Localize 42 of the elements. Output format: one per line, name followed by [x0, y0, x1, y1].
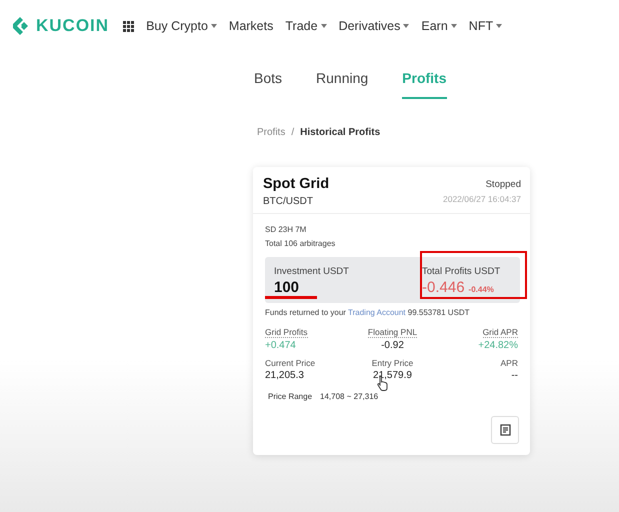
metric-label: Floating PNL	[368, 327, 418, 338]
stop-time: 2022/06/27 16:04:37	[443, 194, 521, 204]
tab[interactable]: Running	[316, 61, 368, 99]
tab[interactable]: Bots	[254, 61, 282, 99]
breadcrumb-link[interactable]: Profits	[257, 127, 286, 138]
nav-item[interactable]: NFT	[468, 19, 502, 33]
funds-returned-text: Funds returned to your Trading Account 99.553781 USDT	[265, 308, 471, 317]
bot-title: Spot Grid	[263, 176, 330, 192]
nav-item[interactable]: Trade	[285, 19, 327, 33]
metric-label: Entry Price	[372, 358, 414, 368]
total-profits-value: -0.446	[422, 279, 465, 296]
metric-value: --	[510, 370, 518, 381]
run-duration: SD 23H 7M	[265, 225, 308, 234]
investment-value: 100	[274, 279, 300, 296]
price-range-value: 14,708 ~ 27,316	[320, 392, 378, 401]
nav-item[interactable]: Earn	[421, 19, 457, 33]
metric-value: +24.82%	[477, 340, 518, 351]
metric-label: APR	[500, 358, 518, 368]
metric-value: 21,579.9	[372, 370, 413, 381]
total-profits-label: Total Profits USDT	[422, 266, 502, 277]
price-range-label: Price Range	[268, 392, 312, 401]
nav-item[interactable]: Derivatives	[338, 19, 410, 33]
breadcrumb-separator: /	[291, 127, 294, 138]
trading-account-link[interactable]: Trading Account	[348, 308, 406, 317]
metric-value: 21,205.3	[265, 370, 305, 381]
metric-label: Current Price	[265, 358, 316, 368]
trading-pair: BTC/USDT	[263, 196, 314, 207]
metric-label: Grid Profits	[265, 327, 308, 338]
details-button[interactable]	[491, 416, 519, 444]
underline-annotation	[265, 296, 317, 299]
bot-status: Stopped	[484, 179, 521, 190]
nav-item[interactable]: Markets	[228, 19, 274, 33]
breadcrumb-current: Historical Profits	[300, 127, 380, 138]
arbitrage-count: Total 106 arbitrages	[265, 239, 336, 248]
metric-label: Grid APR	[482, 327, 518, 338]
investment-label: Investment USDT	[274, 266, 349, 277]
nav-item[interactable]: Buy Crypto	[146, 19, 217, 33]
apps-grid-icon[interactable]	[123, 20, 134, 32]
metric-value: +0.474	[265, 340, 297, 351]
profit-percent: -0.44%	[468, 285, 494, 294]
metric-value: -0.92	[380, 340, 405, 351]
document-icon	[500, 424, 510, 436]
